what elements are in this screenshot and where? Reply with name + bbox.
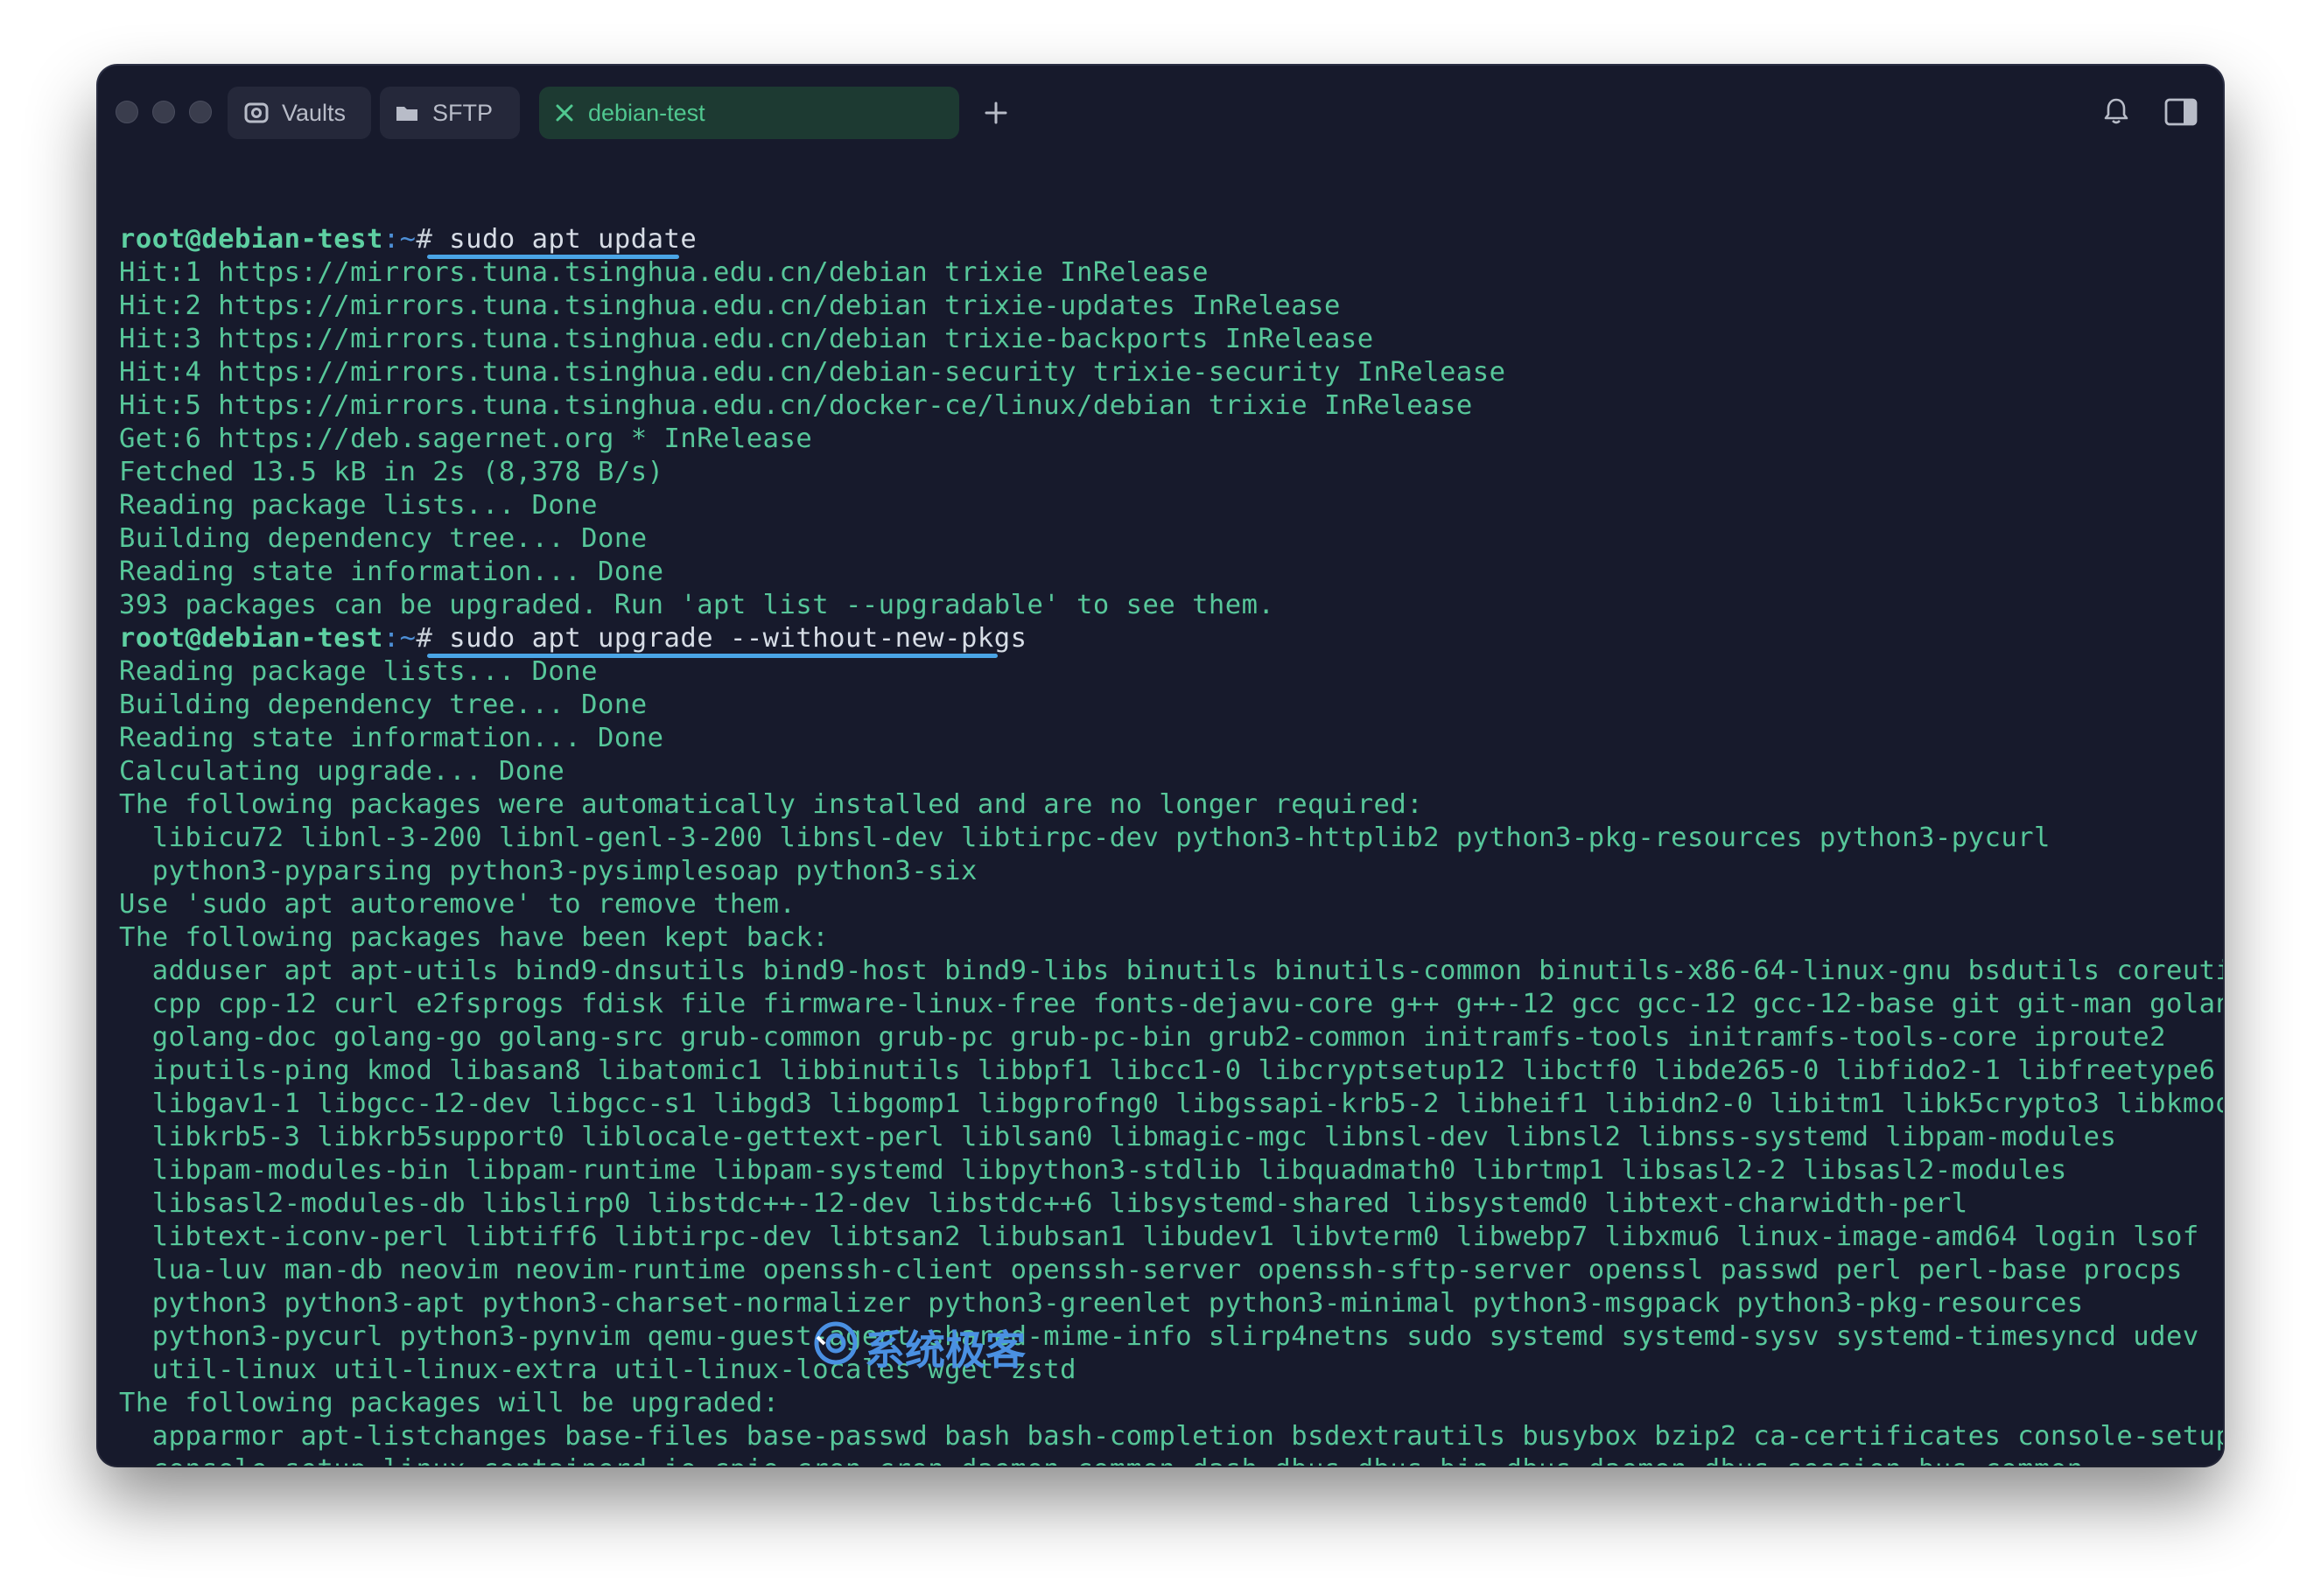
output-line: adduser apt apt-utils bind9-dnsutils bin… [119,956,2223,986]
output-line: Reading package lists... Done [119,656,599,687]
window-controls [116,101,212,123]
output-line: The following packages have been kept ba… [119,922,830,953]
prompt-path: :~ [382,623,417,654]
terminal-output[interactable]: root@debian-test:~# sudo apt update Hit:1… [119,157,2223,1466]
output-line: cpp cpp-12 curl e2fsprogs fdisk file fir… [119,989,2223,1019]
output-line: python3 python3-apt python3-charset-norm… [119,1288,2084,1319]
output-line: Building dependency tree... Done [119,690,648,720]
maximize-window-button[interactable] [189,101,212,123]
sidebar-icon [2164,98,2198,126]
output-line: libtext-iconv-perl libtiff6 libtirpc-dev… [119,1222,2199,1252]
output-line: python3-pycurl python3-pynvim qemu-guest… [119,1321,2199,1352]
notifications-button[interactable] [2100,95,2132,131]
terminal-window: Vaults SFTP debian-test root@debian-test… [98,66,2223,1466]
output-line: Calculating upgrade... Done [119,756,565,787]
output-line: The following packages were automaticall… [119,789,1424,820]
output-line: lua-luv man-db neovim neovim-runtime ope… [119,1255,2183,1285]
output-line: python3-pyparsing python3-pysimplesoap p… [119,856,978,886]
output-line: libkrb5-3 libkrb5support0 liblocale-gett… [119,1122,2117,1152]
bell-icon [2104,98,2128,124]
watermark-logo-icon [812,1320,859,1376]
output-line: console-setup-linux containerd.io cpio c… [119,1453,2205,1466]
output-line: golang-doc golang-go golang-src grub-com… [119,1022,2166,1053]
output-line: Hit:3 https://mirrors.tuna.tsinghua.edu.… [119,324,1374,354]
output-line: Building dependency tree... Done [119,523,648,554]
output-line: libicu72 libnl-3-200 libnl-genl-3-200 li… [119,822,2051,853]
prompt-path: :~ [382,224,417,255]
prompt-symbol: # [416,623,433,654]
output-line: Reading state information... Done [119,556,664,587]
output-line: Hit:4 https://mirrors.tuna.tsinghua.edu.… [119,357,1506,388]
new-tab-button[interactable] [977,94,1015,132]
minimize-window-button[interactable] [152,101,175,123]
output-line: util-linux util-linux-extra util-linux-l… [119,1354,1077,1385]
output-line: Fetched 13.5 kB in 2s (8,378 B/s) [119,457,664,487]
close-icon[interactable] [553,102,576,124]
output-line: Use 'sudo apt autoremove' to remove them… [119,889,796,920]
folder-icon [394,100,420,126]
tab-sftp[interactable]: SFTP [380,87,520,139]
prompt-line: root@debian-test:~# sudo apt update [119,223,2205,259]
output-line: 393 packages can be upgraded. Run 'apt l… [119,590,1275,620]
command-text: sudo apt upgrade --without-new-pkgs [449,623,1027,654]
toggle-sidebar-button[interactable] [2163,97,2198,131]
output-line: libsasl2-modules-db libslirp0 libstdc++-… [119,1188,1968,1219]
prompt-symbol: # [416,224,433,255]
tab-sftp-label: SFTP [432,99,494,126]
tab-debian-test[interactable]: debian-test [539,87,959,139]
watermark: 系统极客 [812,1319,1026,1376]
prompt-line: root@debian-test:~# sudo apt upgrade --w… [119,622,2205,658]
output-line: apparmor apt-listchanges base-files base… [119,1421,2223,1452]
tab-vaults[interactable]: Vaults [228,87,371,139]
vault-icon [243,100,270,126]
output-line: libgav1-1 libgcc-12-dev libgcc-s1 libgd3… [119,1088,2223,1119]
output-line: iputils-ping kmod libasan8 libatomic1 li… [119,1055,2216,1086]
watermark-text: 系统极客 [865,1326,1026,1374]
output-line: Get:6 https://deb.sagernet.org * InRelea… [119,424,813,454]
output-line: Reading package lists... Done [119,490,599,521]
output-line: Reading state information... Done [119,723,664,753]
prompt-user: root@debian-test [119,224,383,255]
output-line: Hit:5 https://mirrors.tuna.tsinghua.edu.… [119,390,1473,421]
tab-debian-test-label: debian-test [588,99,705,126]
close-window-button[interactable] [116,101,138,123]
tab-vaults-label: Vaults [282,99,347,126]
output-line: The following packages will be upgraded: [119,1388,780,1418]
plus-icon [985,102,1007,124]
apt-upgrade-output: Reading package lists... Done Building de… [119,655,2223,1466]
output-line: Hit:2 https://mirrors.tuna.tsinghua.edu.… [119,290,1341,321]
command-text: sudo apt update [449,224,698,255]
output-line: libpam-modules-bin libpam-runtime libpam… [119,1155,2067,1186]
prompt-user: root@debian-test [119,623,383,654]
output-line: Hit:1 https://mirrors.tuna.tsinghua.edu.… [119,257,1209,288]
apt-update-output: Hit:1 https://mirrors.tuna.tsinghua.edu.… [119,256,2205,622]
